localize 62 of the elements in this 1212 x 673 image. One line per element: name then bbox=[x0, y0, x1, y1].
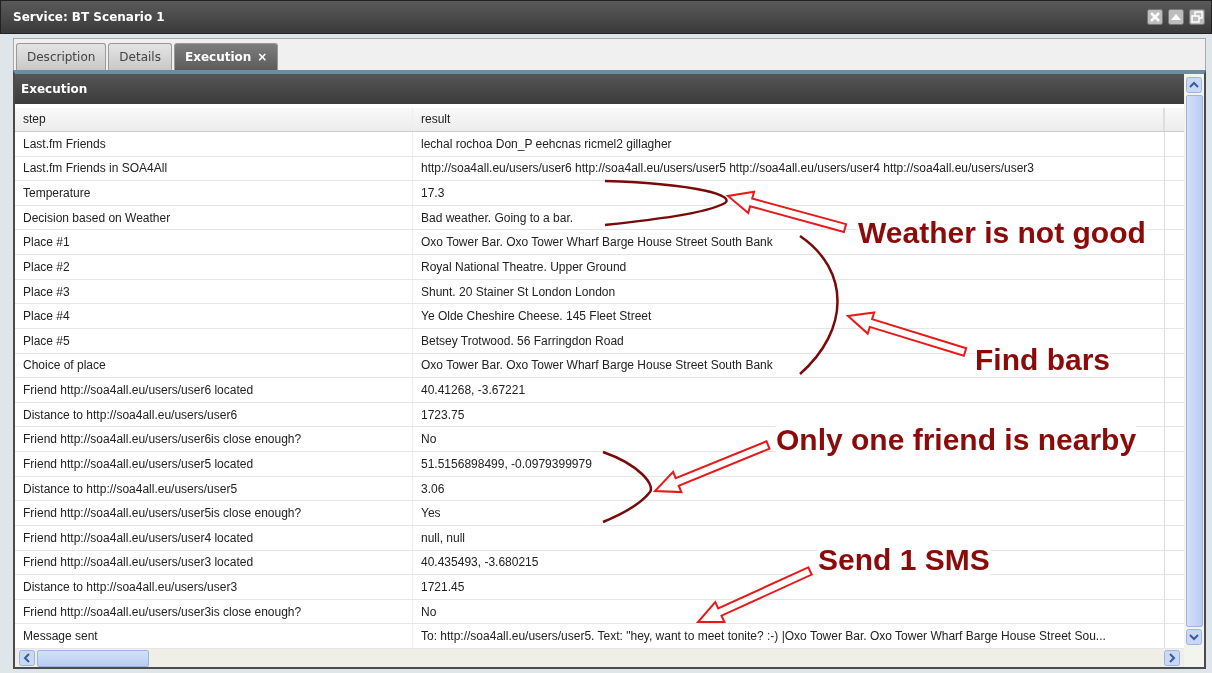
tab[interactable]: Details bbox=[108, 43, 172, 70]
table-cell: 40.435493, -3.680215 bbox=[421, 555, 539, 570]
table-cell: Friend http://soa4all.eu/users/user3is close enough? bbox=[23, 604, 302, 619]
table-cell: Place #4 bbox=[23, 309, 70, 324]
table-cell: Friend http://soa4all.eu/users/user3 located bbox=[23, 555, 254, 570]
table-cell: 3.06 bbox=[421, 481, 445, 496]
horizontal-scrollbar[interactable] bbox=[15, 649, 1184, 667]
table-cell: Place #2 bbox=[23, 259, 70, 274]
callout-label: Only one friend is nearby bbox=[776, 423, 1137, 457]
table-cell: Decision based on Weather bbox=[23, 210, 171, 225]
table-cell: 51.5156898499, -0.0979399979 bbox=[421, 456, 592, 471]
table-cell: Friend http://soa4all.eu/users/user6is close enough? bbox=[23, 432, 302, 447]
scrollbar-thumb[interactable] bbox=[37, 649, 149, 667]
table-cell: Place #5 bbox=[23, 333, 70, 348]
table-cell: Bad weather. Going to a bar. bbox=[421, 210, 574, 225]
column-header[interactable]: step bbox=[15, 108, 413, 131]
table-cell: To: http://soa4all.eu/users/user5. Text: "hey, want to meet tonite? :-) |Oxo Tower Bar. Oxo Tower Wharf Barge House Street Sou... bbox=[421, 629, 1106, 644]
table-cell: 17.3 bbox=[421, 186, 445, 200]
table-cell: Distance to http://soa4all.eu/users/user3 bbox=[23, 580, 238, 594]
table-cell: Message sent bbox=[23, 629, 98, 644]
table-cell: 40.41268, -3.67221 bbox=[421, 383, 526, 397]
table-cell: lechal rochoa Don_P eehcnas ricmel2 gillagher bbox=[421, 136, 672, 151]
close-tab-icon[interactable]: × bbox=[257, 50, 268, 64]
table-cell: Distance to http://soa4all.eu/users/user5 bbox=[23, 481, 238, 496]
tab[interactable]: Description bbox=[16, 43, 107, 70]
table-cell: Last.fm Friends in SOA4All bbox=[23, 161, 168, 176]
panel-title: Execution bbox=[21, 82, 88, 96]
restore-icon[interactable] bbox=[1189, 9, 1205, 25]
scroll-left-icon[interactable] bbox=[19, 650, 35, 667]
table-cell: Last.fm Friends bbox=[23, 136, 106, 151]
scroll-up-icon[interactable] bbox=[1186, 77, 1202, 93]
table-cell: Choice of place bbox=[23, 358, 106, 373]
table-cell: null, null bbox=[421, 530, 466, 545]
table-cell: Friend http://soa4all.eu/users/user4 located bbox=[23, 530, 254, 545]
table-cell: Friend http://soa4all.eu/users/user5is close enough? bbox=[23, 506, 302, 521]
table-cell: Place #3 bbox=[23, 284, 70, 299]
table-cell: Friend http://soa4all.eu/users/user6 located bbox=[23, 383, 254, 397]
table-cell: Betsey Trotwood. 56 Farringdon Road bbox=[421, 333, 624, 348]
table-cell: Place #1 bbox=[23, 235, 70, 250]
table-cell: Royal National Theatre. Upper Ground bbox=[421, 259, 627, 274]
table-cell: http://soa4all.eu/users/user6 http://soa4all.eu/users/user5 http://soa4all.eu/users/user4 http://soa4all.eu/users/user3 bbox=[421, 161, 1035, 176]
table-cell: No bbox=[421, 432, 437, 447]
table-cell: Temperature bbox=[23, 186, 91, 200]
vertical-scrollbar[interactable] bbox=[1184, 74, 1204, 667]
window-title: Service: BT Scenario 1 bbox=[13, 10, 165, 24]
scroll-right-icon[interactable] bbox=[1164, 650, 1180, 667]
table-cell: 1723.75 bbox=[421, 407, 465, 422]
table-cell: Ye Olde Cheshire Cheese. 145 Fleet Street bbox=[421, 309, 652, 324]
table-cell: No bbox=[421, 604, 437, 619]
collapse-icon[interactable] bbox=[1168, 9, 1184, 25]
close-icon[interactable] bbox=[1147, 9, 1163, 25]
table-cell: Distance to http://soa4all.eu/users/user6 bbox=[23, 407, 238, 422]
table-cell: Yes bbox=[421, 506, 441, 521]
scroll-down-icon[interactable] bbox=[1186, 629, 1202, 645]
column-header[interactable]: result bbox=[413, 108, 1164, 131]
scrollbar-thumb[interactable] bbox=[1185, 95, 1203, 627]
table-cell: Oxo Tower Bar. Oxo Tower Wharf Barge House Street South Bank bbox=[421, 235, 773, 250]
table-cell: Shunt. 20 Stainer St London London bbox=[421, 284, 616, 299]
table-cell: 1721.45 bbox=[421, 580, 465, 594]
tab[interactable]: Execution × bbox=[173, 43, 279, 70]
table-cell: Friend http://soa4all.eu/users/user5 located bbox=[23, 456, 254, 471]
table-cell: Oxo Tower Bar. Oxo Tower Wharf Barge House Street South Bank bbox=[421, 358, 773, 373]
